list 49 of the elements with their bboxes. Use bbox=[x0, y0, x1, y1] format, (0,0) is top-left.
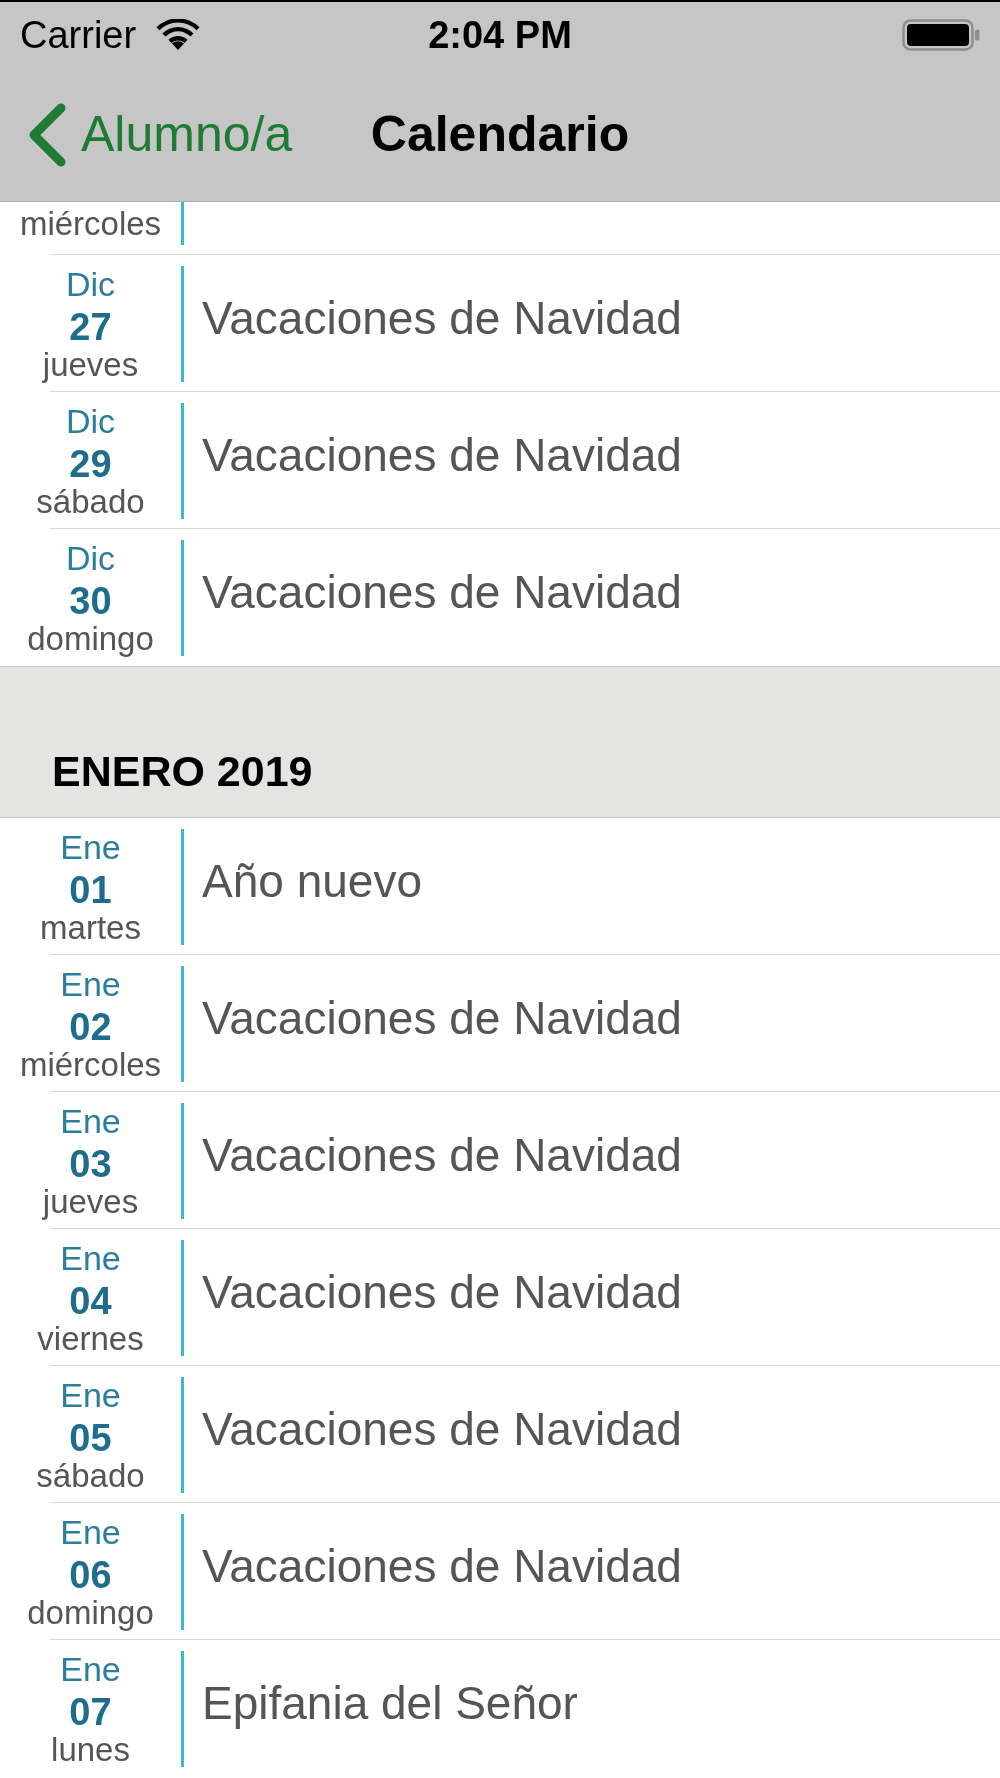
event-title: Vacaciones de Navidad bbox=[202, 564, 682, 620]
event-title: Vacaciones de Navidad bbox=[202, 1538, 682, 1594]
event-title: Vacaciones de Navidad bbox=[202, 1264, 682, 1320]
month-label: Dic bbox=[65, 401, 116, 442]
battery-icon bbox=[902, 19, 980, 51]
day-number: 29 bbox=[69, 442, 112, 486]
day-number: 30 bbox=[69, 579, 112, 623]
month-label: Dic bbox=[65, 264, 116, 305]
month-label: Ene bbox=[60, 1238, 121, 1279]
month-label: Dic bbox=[65, 538, 116, 579]
weekday-label: viernes bbox=[37, 1323, 144, 1355]
event-title: Vacaciones de Navidad bbox=[202, 1401, 682, 1457]
weekday-label: sábado bbox=[36, 486, 145, 518]
weekday-label: miércoles bbox=[19, 208, 162, 240]
event-title: Vacaciones de Navidad bbox=[202, 1127, 682, 1183]
day-number: 03 bbox=[69, 1142, 112, 1186]
weekday-label: jueves bbox=[42, 1186, 139, 1218]
month-label: Ene bbox=[60, 827, 121, 868]
carrier-label: Carrier bbox=[20, 12, 137, 58]
day-number: 02 bbox=[69, 1005, 112, 1049]
month-label: Ene bbox=[60, 1649, 121, 1690]
event-title: Vacaciones de Navidad bbox=[202, 290, 682, 346]
day-number: 05 bbox=[69, 1416, 112, 1460]
day-number: 01 bbox=[69, 868, 112, 912]
nav-title: Calendario bbox=[370, 105, 630, 164]
day-number: 27 bbox=[69, 305, 112, 349]
weekday-label: domingo bbox=[27, 1597, 154, 1629]
month-label: Ene bbox=[60, 1375, 121, 1416]
day-number: 04 bbox=[69, 1279, 112, 1323]
event-title: Vacaciones de Navidad bbox=[202, 427, 682, 483]
event-title: Vacaciones de Navidad bbox=[202, 990, 682, 1046]
back-button[interactable]: Alumno/a bbox=[0, 97, 299, 172]
month-label: Ene bbox=[60, 1512, 121, 1553]
weekday-label: martes bbox=[40, 912, 141, 944]
event-title: Epifania del Señor bbox=[202, 1675, 578, 1731]
weekday-label: miércoles bbox=[19, 1049, 162, 1081]
weekday-label: sábado bbox=[36, 1460, 145, 1492]
wifi-icon bbox=[156, 19, 201, 51]
section-title: ENERO 2019 bbox=[52, 750, 313, 793]
weekday-label: jueves bbox=[42, 349, 139, 381]
status-time: 2:04 PM bbox=[428, 12, 572, 58]
weekday-label: lunes bbox=[51, 1734, 130, 1766]
weekday-label: domingo bbox=[27, 623, 154, 655]
day-number: 07 bbox=[69, 1690, 112, 1734]
event-title: Año nuevo bbox=[202, 853, 422, 909]
chevron-left-icon bbox=[27, 102, 67, 167]
day-number: 06 bbox=[69, 1553, 112, 1597]
month-label: Ene bbox=[60, 964, 121, 1005]
month-label: Ene bbox=[60, 1101, 121, 1142]
